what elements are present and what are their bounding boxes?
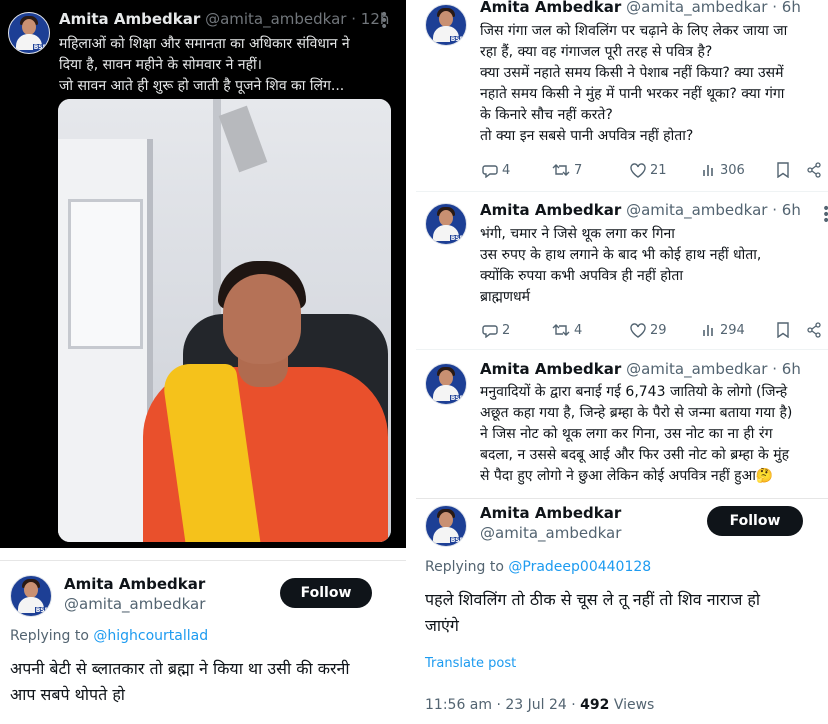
author-name[interactable]: Amita Ambedkar [64,575,205,593]
repost-button[interactable]: 4 [552,322,630,338]
author-handle[interactable]: @amita_ambedkar [205,10,346,28]
tweet-text: अपनी बेटी से ब्लातकार तो ब्रह्मा ने किया… [10,659,350,704]
like-button[interactable]: 29 [630,323,702,338]
replying-to: Replying to @highcourtallad [10,628,209,644]
reply-icon [482,165,498,178]
bookmark-icon[interactable] [776,162,790,178]
tweet-time[interactable]: 6h [782,0,801,16]
reply-icon [482,325,498,338]
action-bar: 4 7 21 306 [482,162,828,178]
avatar[interactable]: BSP [10,575,52,617]
author-name[interactable]: Amita Ambedkar [480,201,621,219]
avatar[interactable]: BSP [425,505,467,547]
panel-gutter [406,0,416,724]
panel-gutter [0,548,408,560]
tweet-time[interactable]: 6h [782,201,801,219]
author-name[interactable]: Amita Ambedkar [480,360,621,378]
share-icon[interactable] [806,162,822,178]
tweet-panel-reply-right: BSP Amita Ambedkar @amita_ambedkar Follo… [416,498,828,724]
avatar[interactable]: BSP [8,12,50,54]
tweet-panel-3: BSP Amita Ambedkar @amita_ambedkar · 6h … [416,192,828,350]
tweet-timestamp: 11:56 am · 23 Jul 24 · 492 Views [425,697,655,713]
tweet-text: जिस गंगा जल को शिवलिंग पर चढ़ाने के लिए … [480,23,788,144]
tweet-panel-dark: BSP Amita Ambedkar @amita_ambedkar · 12h… [0,0,406,548]
more-icon[interactable]: ••• [822,202,828,228]
tweet-panel-2: BSP Amita Ambedkar @amita_ambedkar · 6h … [416,0,828,192]
more-icon[interactable]: ••• [380,8,388,34]
author-handle[interactable]: @amita_ambedkar [626,0,767,16]
avatar[interactable]: BSP [425,4,467,46]
tweet-panel-reply-left: BSP Amita Ambedkar @amita_ambedkar Follo… [0,560,408,724]
tweet-header: Amita Ambedkar @amita_ambedkar · 6h [480,0,801,16]
reply-button[interactable]: 4 [482,162,552,178]
author-name[interactable]: Amita Ambedkar [59,10,200,28]
follow-button[interactable]: Follow [280,578,372,608]
tweet-text: भंगी, चमार ने जिसे थूक लगा कर गिना उस रु… [480,226,762,305]
bookmark-icon[interactable] [776,322,790,338]
replying-to: Replying to @Pradeep00440128 [425,559,652,575]
views-icon [703,325,713,336]
views-count: 492 [580,697,610,713]
tweet-text: पहले शिवलिंग तो ठीक से चूस ले तू नहीं तो… [425,590,761,635]
tweet-header: Amita Ambedkar @amita_ambedkar · 6h [480,360,801,378]
mention-link[interactable]: @Pradeep00440128 [508,559,651,575]
author-handle[interactable]: @amita_ambedkar [626,360,767,378]
tweet-header: Amita Ambedkar @amita_ambedkar · 6h [480,201,801,219]
repost-icon [552,164,570,176]
share-icon[interactable] [806,322,822,338]
tweet-text: महिलाओं को शिक्षा और समानता का अधिकार सं… [59,36,350,94]
repost-icon [552,324,570,336]
action-bar: 2 4 29 294 [482,322,828,338]
tweet-header: Amita Ambedkar @amita_ambedkar · 12h [59,10,390,28]
tweet-panel-4: BSP Amita Ambedkar @amita_ambedkar · 6h … [416,350,828,498]
heart-icon [630,162,646,178]
follow-button[interactable]: Follow [707,506,803,536]
tweet-photo[interactable] [58,99,391,542]
author-name[interactable]: Amita Ambedkar [480,504,621,522]
heart-icon [630,322,646,338]
views-button[interactable]: 294 [702,323,770,338]
avatar[interactable]: BSP [425,203,467,245]
author-handle[interactable]: @amita_ambedkar [64,595,205,613]
views-button[interactable]: 306 [702,163,770,178]
reply-button[interactable]: 2 [482,322,552,338]
avatar[interactable]: BSP [425,363,467,405]
mention-link[interactable]: @highcourtallad [93,628,208,644]
translate-link[interactable]: Translate post [425,656,516,671]
views-icon [703,165,713,176]
repost-button[interactable]: 7 [552,162,630,178]
tweet-time[interactable]: 6h [782,360,801,378]
tweet-text: मनुवादियों के द्वारा बनाई गई 6,743 जातिय… [480,384,793,484]
author-handle[interactable]: @amita_ambedkar [480,524,621,542]
author-name[interactable]: Amita Ambedkar [480,0,621,16]
like-button[interactable]: 21 [630,163,702,178]
author-handle[interactable]: @amita_ambedkar [626,201,767,219]
